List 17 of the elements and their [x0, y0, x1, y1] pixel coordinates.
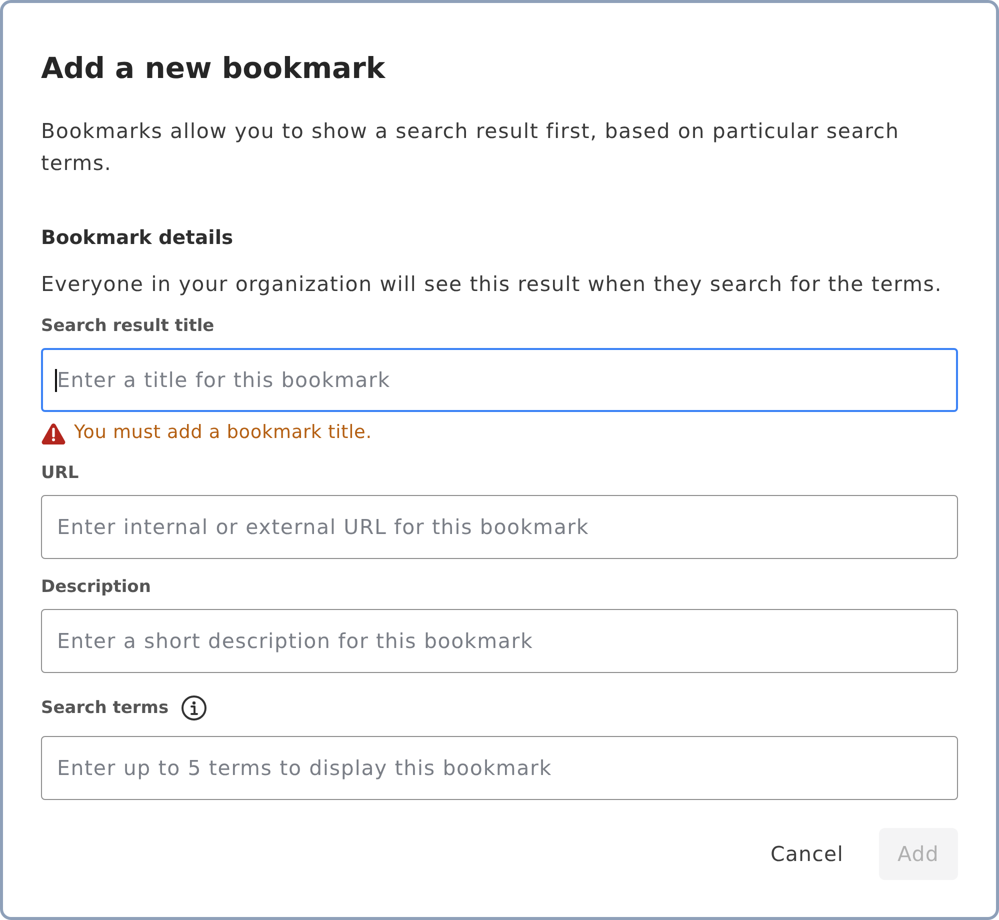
field-label: Description	[41, 576, 151, 598]
error-message: You must add a bookmark title.	[74, 421, 372, 445]
text-input-field[interactable]: Enter a short description for this bookmark	[41, 609, 958, 673]
text-input-field[interactable]: Enter up to 5 terms to display this bookmark	[41, 736, 958, 800]
section-heading: Bookmark details	[41, 225, 234, 251]
secondary-button[interactable]: Cancel	[751, 828, 862, 880]
section-description: Everyone in your organization will see this result when they search for the terms.	[41, 271, 942, 298]
info-icon[interactable]	[180, 695, 207, 721]
field-label: Search terms	[41, 697, 169, 719]
warning-icon	[41, 422, 66, 444]
text-input-field[interactable]: Enter a title for this bookmark	[41, 348, 958, 412]
dialog-title: Add a new bookmark	[41, 50, 386, 86]
field-label: Search result title	[41, 315, 214, 337]
field-label: URL	[41, 462, 79, 484]
text-input-field[interactable]: Enter internal or external URL for this bookmark	[41, 495, 958, 559]
dialog-description: Bookmarks allow you to show a search result first, based on particular search terms.	[41, 118, 900, 177]
text-cursor-icon	[55, 369, 56, 392]
